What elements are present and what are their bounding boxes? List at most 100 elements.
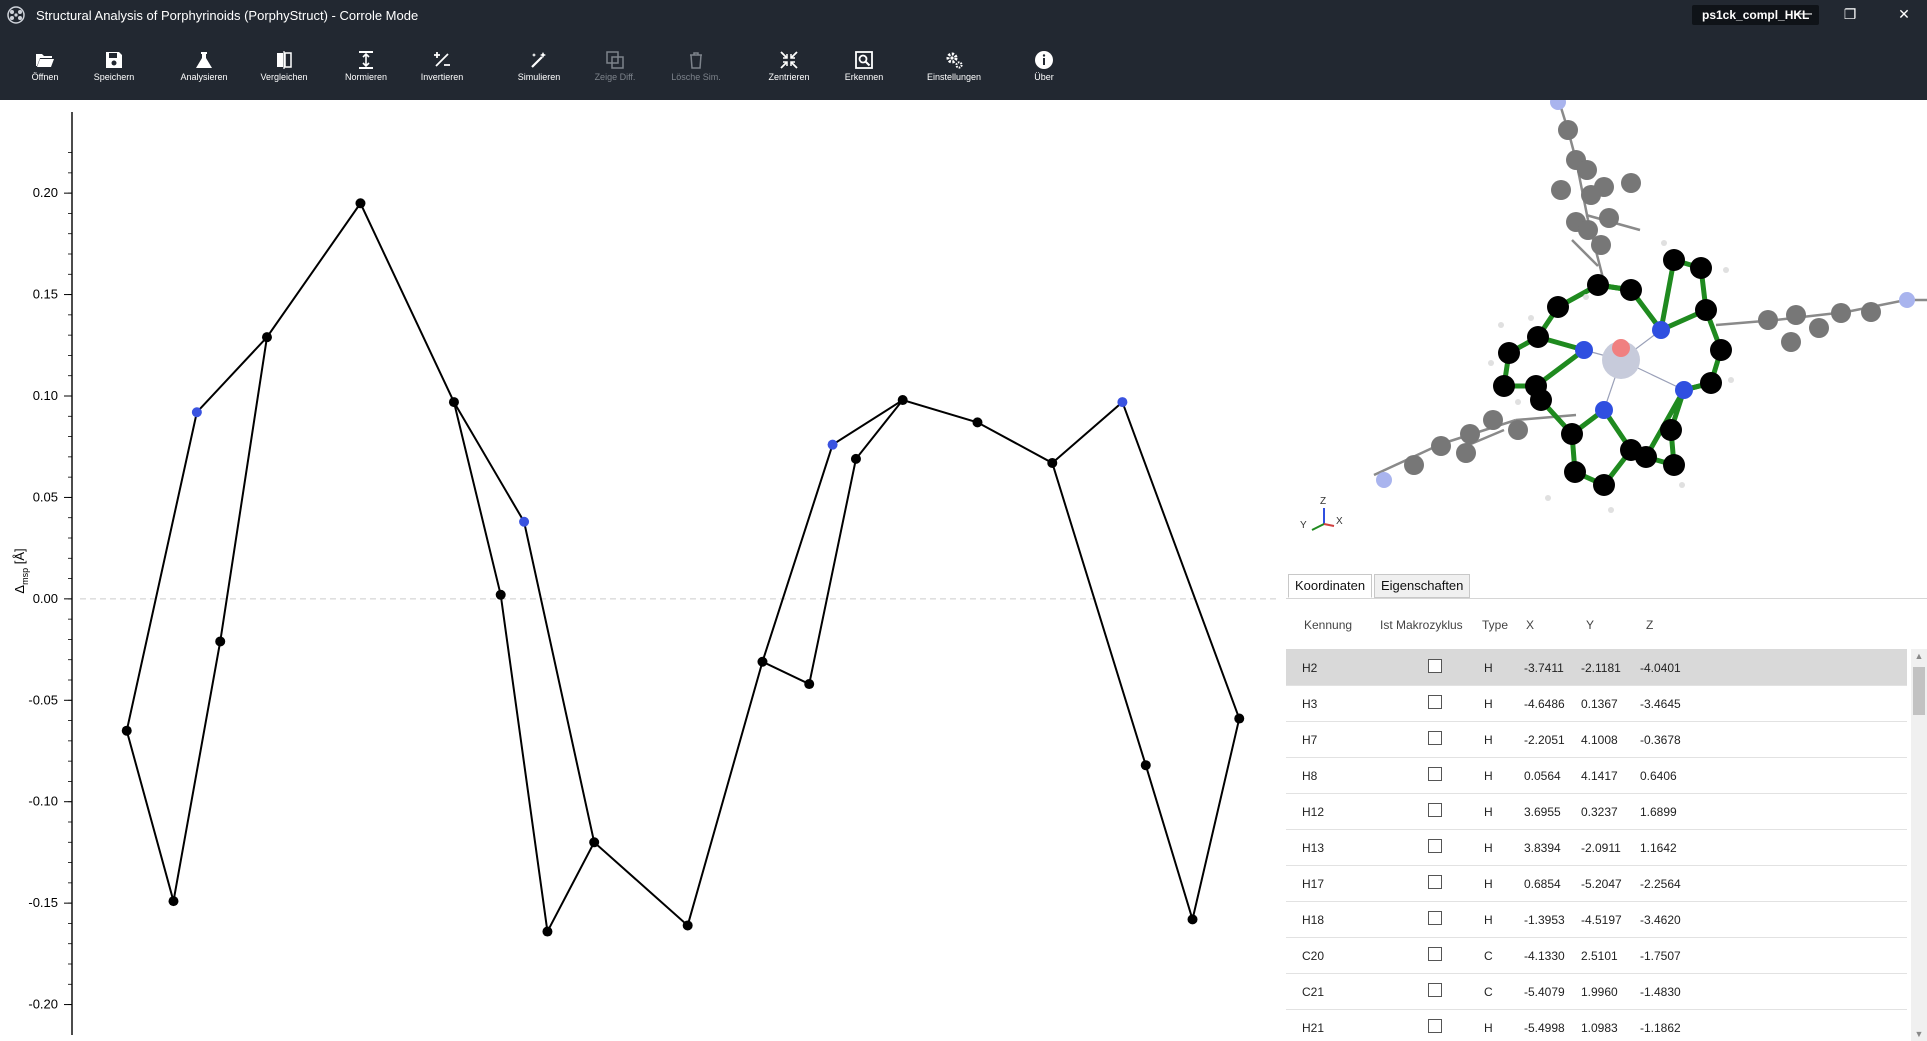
save-button[interactable]: Speichern [79, 36, 149, 94]
table-row[interactable]: H13 H 3.8394 -2.0911 1.1642 [1286, 829, 1907, 866]
diff-icon [606, 51, 624, 69]
macrocycle-checkbox[interactable] [1428, 911, 1442, 925]
scroll-down-arrow-icon[interactable]: ▼ [1911, 1027, 1927, 1041]
axis-z-label: Z [1320, 496, 1326, 507]
settings-label: Einstellungen [926, 72, 982, 82]
analyze-button[interactable]: Analysieren [169, 36, 239, 94]
atom-point[interactable] [1047, 457, 1058, 468]
macrocycle-checkbox[interactable] [1428, 695, 1442, 709]
table-row[interactable]: H7 H -2.2051 4.1008 -0.3678 [1286, 721, 1907, 758]
nitrogen-point[interactable] [1117, 397, 1128, 408]
detect-label: Erkennen [844, 72, 884, 82]
detect-icon [855, 51, 873, 69]
simulate-button[interactable]: Simulieren [504, 36, 574, 94]
invert-label: Invertieren [420, 72, 464, 82]
table-row[interactable]: H3 H -4.6486 0.1367 -3.4645 [1286, 685, 1907, 722]
atom-point[interactable] [1140, 760, 1151, 771]
cell-x: 0.0564 [1524, 769, 1561, 783]
cell-type: H [1484, 661, 1493, 675]
atom-point[interactable] [215, 636, 226, 647]
center-button[interactable]: Zentrieren [754, 36, 824, 94]
macrocycle-checkbox[interactable] [1428, 767, 1442, 781]
header-macrocycle[interactable]: Ist Makrozyklus [1380, 618, 1463, 632]
atom-point[interactable] [355, 198, 366, 209]
series-line [453, 401, 596, 843]
macrocycle-checkbox[interactable] [1428, 983, 1442, 997]
cell-z: -3.4620 [1640, 913, 1681, 927]
cell-y: -2.1181 [1581, 661, 1621, 675]
atom-point[interactable] [121, 725, 132, 736]
table-row[interactable]: H2 H -3.7411 -2.1181 -4.0401 [1286, 649, 1907, 686]
scroll-up-arrow-icon[interactable]: ▲ [1911, 649, 1927, 663]
invert-icon [434, 52, 450, 67]
open-button[interactable]: Öffnen [10, 36, 80, 94]
macrocycle-checkbox[interactable] [1428, 659, 1442, 673]
minimize-button[interactable]: — [1781, 0, 1827, 30]
atom-point[interactable] [542, 926, 553, 937]
cell-id: H13 [1302, 841, 1325, 855]
show-diff-button[interactable]: Zeige Diff. [580, 36, 650, 94]
atom-point[interactable] [897, 395, 908, 406]
header-z[interactable]: Z [1646, 618, 1653, 632]
cell-type: H [1484, 1021, 1493, 1035]
atom-point[interactable] [1187, 914, 1198, 925]
atom-point[interactable] [168, 896, 179, 907]
nitrogen-point[interactable] [827, 439, 838, 450]
normalize-icon [359, 51, 373, 69]
cell-type: C [1484, 949, 1493, 963]
cell-x: -4.1330 [1524, 949, 1565, 963]
table-row[interactable]: H17 H 0.6854 -5.2047 -2.2564 [1286, 865, 1907, 902]
header-y[interactable]: Y [1586, 618, 1594, 632]
atom-point[interactable] [850, 453, 861, 464]
atom-point[interactable] [1234, 713, 1245, 724]
header-type[interactable]: Type [1482, 618, 1508, 632]
series-line [125, 201, 1241, 935]
table-row[interactable]: C21 C -5.4079 1.9960 -1.4830 [1286, 973, 1907, 1010]
y-axis-label-unit: [Å] [12, 548, 27, 568]
atom-point[interactable] [682, 920, 693, 931]
macrocycle-checkbox[interactable] [1428, 1019, 1442, 1033]
invert-button[interactable]: Invertieren [407, 36, 477, 94]
delete-sim-button[interactable]: Lösche Sim. [661, 36, 731, 94]
cell-z: -2.2564 [1640, 877, 1681, 891]
nitrogen-point[interactable] [519, 516, 530, 527]
tab-properties[interactable]: Eigenschaften [1374, 574, 1471, 598]
table-row[interactable]: H18 H -1.3953 -4.5197 -3.4620 [1286, 901, 1907, 938]
macrocycle-checkbox[interactable] [1428, 947, 1442, 961]
cell-type: H [1484, 697, 1493, 711]
macrocycle-checkbox[interactable] [1428, 875, 1442, 889]
maximize-button[interactable]: ❐ [1827, 0, 1873, 30]
molecule-3d-viewer[interactable]: Z Y X [1286, 94, 1927, 570]
macrocycle-checkbox[interactable] [1428, 803, 1442, 817]
atom-point[interactable] [757, 656, 768, 667]
nitrogen-point[interactable] [191, 407, 202, 418]
atom-point[interactable] [495, 589, 506, 600]
header-x[interactable]: X [1526, 618, 1534, 632]
about-button[interactable]: Über [1009, 36, 1079, 94]
scroll-thumb[interactable] [1913, 667, 1925, 715]
settings-button[interactable]: Einstellungen [919, 36, 989, 94]
compare-button[interactable]: Vergleichen [249, 36, 319, 94]
atom-point[interactable] [261, 332, 272, 343]
cell-type: H [1484, 733, 1493, 747]
table-row[interactable]: H21 H -5.4998 1.0983 -1.1862 [1286, 1009, 1907, 1041]
displacement-plot[interactable]: 0.20 0.15 0.10 0.05 0.00 -0.05 -0.10 -0.15 -0.20… [0, 100, 1286, 1040]
app-logo-icon [7, 6, 25, 24]
table-row[interactable]: C20 C -4.1330 2.5101 -1.7507 [1286, 937, 1907, 974]
tab-coordinates[interactable]: Koordinaten [1288, 574, 1373, 598]
cell-x: -1.3953 [1524, 913, 1565, 927]
table-scrollbar[interactable]: ▲ ▼ [1911, 649, 1927, 1041]
atom-point[interactable] [804, 679, 815, 690]
table-row[interactable]: H12 H 3.6955 0.3237 1.6899 [1286, 793, 1907, 830]
normalize-button[interactable]: Normieren [331, 36, 401, 94]
close-button[interactable]: ✕ [1881, 0, 1927, 30]
header-kennung[interactable]: Kennung [1304, 618, 1352, 632]
detect-button[interactable]: Erkennen [829, 36, 899, 94]
atom-point[interactable] [448, 397, 459, 408]
macrocycle-checkbox[interactable] [1428, 731, 1442, 745]
table-row[interactable]: H8 H 0.0564 4.1417 0.6406 [1286, 757, 1907, 794]
atom-point[interactable] [972, 417, 983, 428]
atom-point[interactable] [589, 837, 600, 848]
macrocycle-checkbox[interactable] [1428, 839, 1442, 853]
cell-z: -1.1862 [1640, 1021, 1681, 1035]
